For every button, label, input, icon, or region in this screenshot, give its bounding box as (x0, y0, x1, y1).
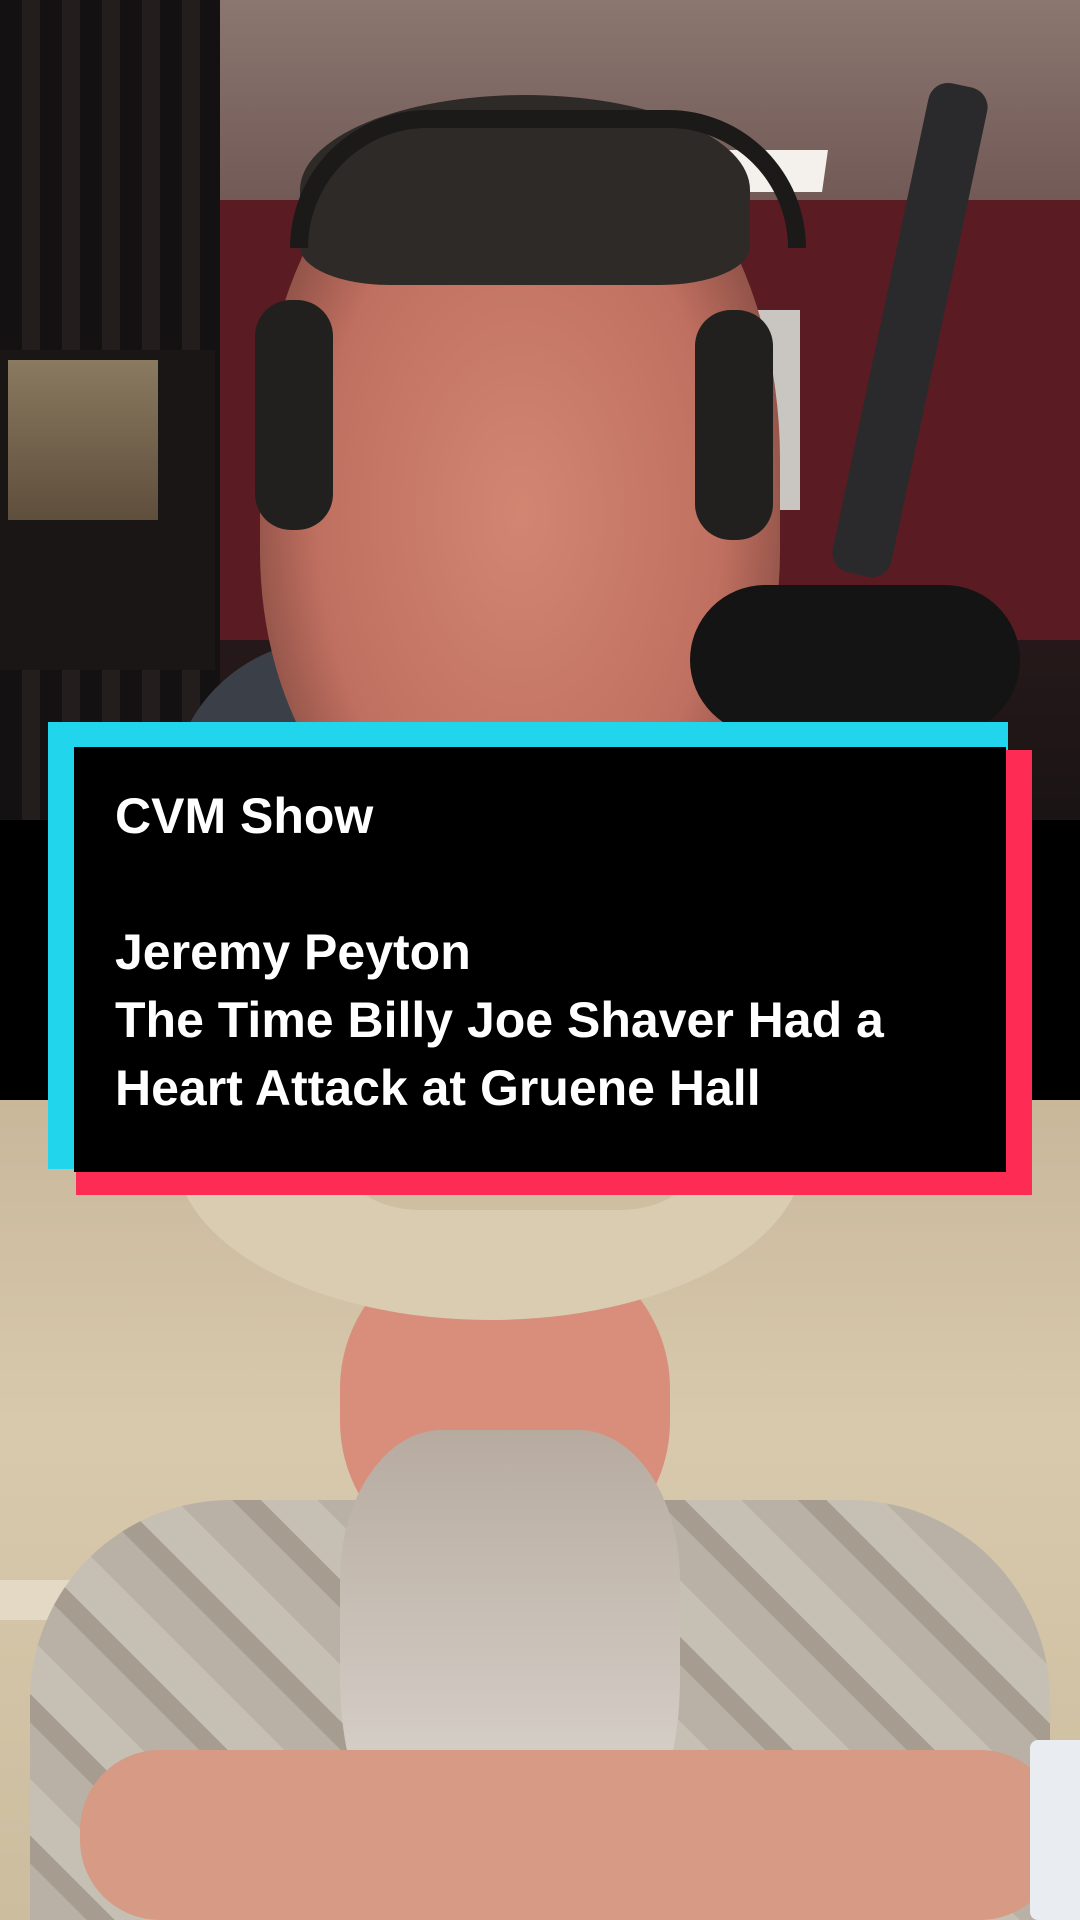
headphone-right (695, 310, 773, 540)
title-card-text: CVM Show Jeremy Peyton The Time Billy Jo… (115, 782, 995, 1122)
host-video-frame (0, 0, 1080, 820)
episode-title-line-2: Heart Attack at Gruene Hall (115, 1060, 761, 1116)
drink-can (1030, 1740, 1080, 1920)
guest-video-frame (0, 1100, 1080, 1920)
episode-title-line-1: The Time Billy Joe Shaver Had a (115, 992, 884, 1048)
logo-portrait (8, 360, 158, 520)
guest-arms (80, 1750, 1060, 1920)
guest-name: Jeremy Peyton (115, 924, 471, 980)
country-vs-metal-logo (0, 350, 215, 670)
headphone-band (290, 110, 806, 248)
headphone-left (255, 300, 333, 530)
microphone (690, 585, 1020, 735)
show-name: CVM Show (115, 788, 374, 844)
